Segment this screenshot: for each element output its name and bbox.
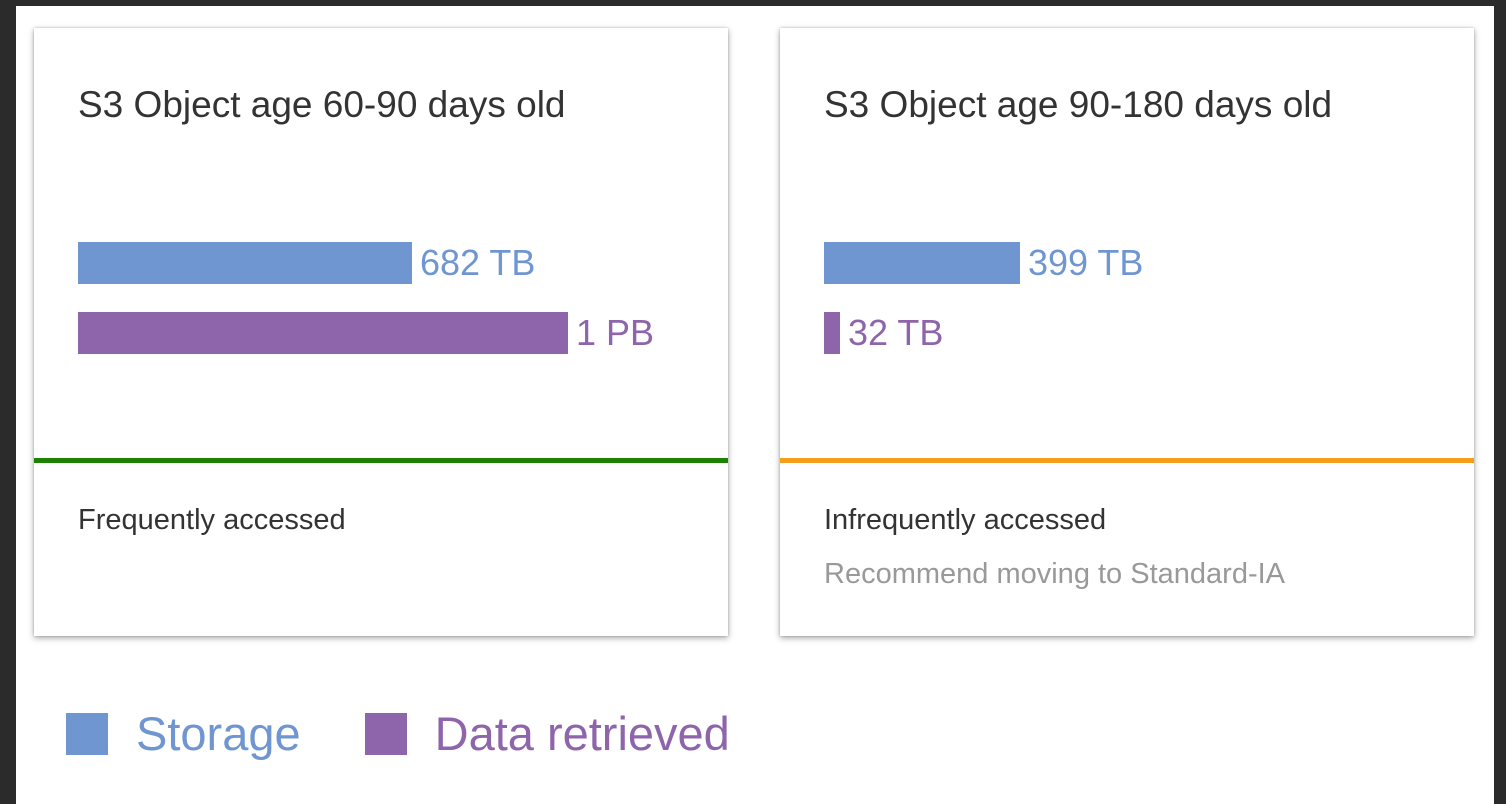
card-title: S3 Object age 90-180 days old [824,84,1333,125]
storage-bar [824,242,1020,284]
storage-value-label: 399 TB [1028,242,1144,283]
age-60-90-card: S3 Object age 60-90 days old 682 TB 1 PB… [34,28,728,636]
retrieved-bar-row: 32 TB [824,312,943,354]
dashboard-panel: S3 Object age 60-90 days old 682 TB 1 PB… [16,6,1494,804]
bar-chart: 399 TB 32 TB [824,242,1444,362]
access-status: Infrequently accessed [824,504,1107,536]
retrieved-value-label: 1 PB [576,312,655,353]
bar-chart: 682 TB 1 PB [78,242,698,362]
retrieved-bar [824,312,840,354]
retrieved-bar [78,312,568,354]
storage-bar-row: 399 TB [824,242,1143,284]
status-divider [780,458,1474,463]
legend-data-retrieved: Data retrieved [364,706,730,761]
recommendation-text: Recommend moving to Standard-IA [824,558,1285,590]
legend-storage: Storage [66,706,301,761]
legend-retrieved-label: Data retrieved [434,707,730,760]
storage-bar [78,242,412,284]
card-title: S3 Object age 60-90 days old [78,84,566,125]
age-90-180-card: S3 Object age 90-180 days old 399 TB 32 … [780,28,1474,636]
storage-swatch [66,712,108,755]
status-divider [34,458,728,463]
access-status: Frequently accessed [78,504,346,536]
chart-legend: Storage Data retrieved [66,706,794,761]
storage-bar-row: 682 TB [78,242,535,284]
retrieved-value-label: 32 TB [848,312,944,353]
legend-storage-label: Storage [136,707,301,760]
retrieved-bar-row: 1 PB [78,312,654,354]
retrieved-swatch [364,712,407,755]
storage-value-label: 682 TB [420,242,536,283]
